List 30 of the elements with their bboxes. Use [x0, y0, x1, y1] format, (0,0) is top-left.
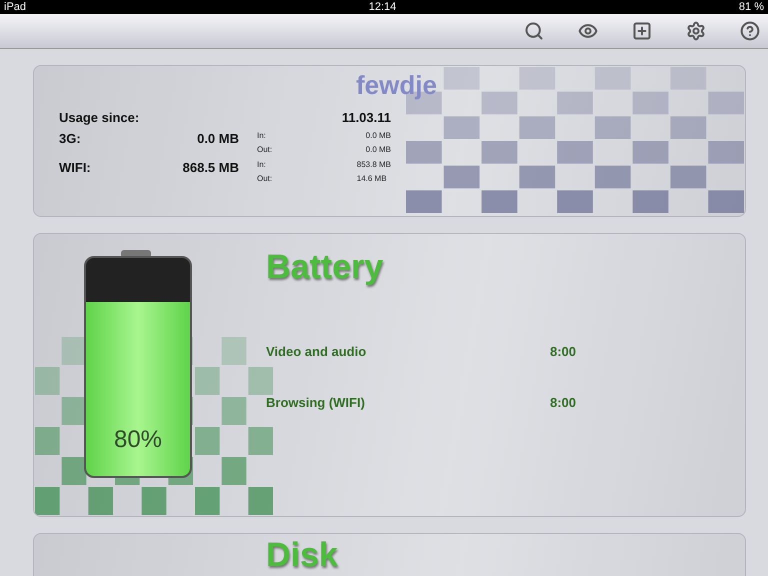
usage-date: 11.03.11	[342, 110, 391, 125]
traffic-value: 853.8 MB	[356, 160, 391, 169]
traffic-value: 0.0 MB	[366, 131, 391, 140]
plus-square-icon[interactable]	[632, 21, 652, 41]
help-icon[interactable]	[740, 21, 760, 41]
battery-percent-label: 80%	[114, 426, 162, 454]
network-total: 868.5 MB	[182, 160, 239, 175]
traffic-label: In:	[257, 131, 267, 140]
settings-icon[interactable]	[686, 21, 706, 41]
clock-time: 12:14	[368, 1, 396, 13]
traffic-label: Out:	[257, 145, 274, 154]
traffic-value: 14.6 MB	[356, 174, 388, 183]
eye-icon[interactable]	[578, 21, 598, 41]
usage-mode: Browsing (WIFI)	[266, 395, 365, 410]
battery-percent: 81 %	[738, 1, 764, 13]
runtime-value: 8:00	[550, 395, 576, 410]
search-icon[interactable]	[524, 21, 544, 41]
usage-mode: Video and audio	[266, 344, 366, 359]
runtime-value: 8:00	[550, 344, 576, 359]
section-title: Disk	[266, 536, 338, 575]
network-label: 3G:	[59, 131, 82, 146]
section-title: Battery	[266, 248, 384, 287]
traffic-label: Out:	[257, 174, 274, 183]
network-total: 0.0 MB	[197, 131, 239, 146]
device-name: iPad	[4, 1, 26, 13]
traffic-label: In:	[257, 160, 267, 169]
app-logo: fewdje	[356, 70, 437, 101]
traffic-value: 0.0 MB	[366, 145, 391, 154]
network-label: WIFI:	[59, 160, 92, 175]
usage-label: Usage since:	[59, 110, 140, 125]
